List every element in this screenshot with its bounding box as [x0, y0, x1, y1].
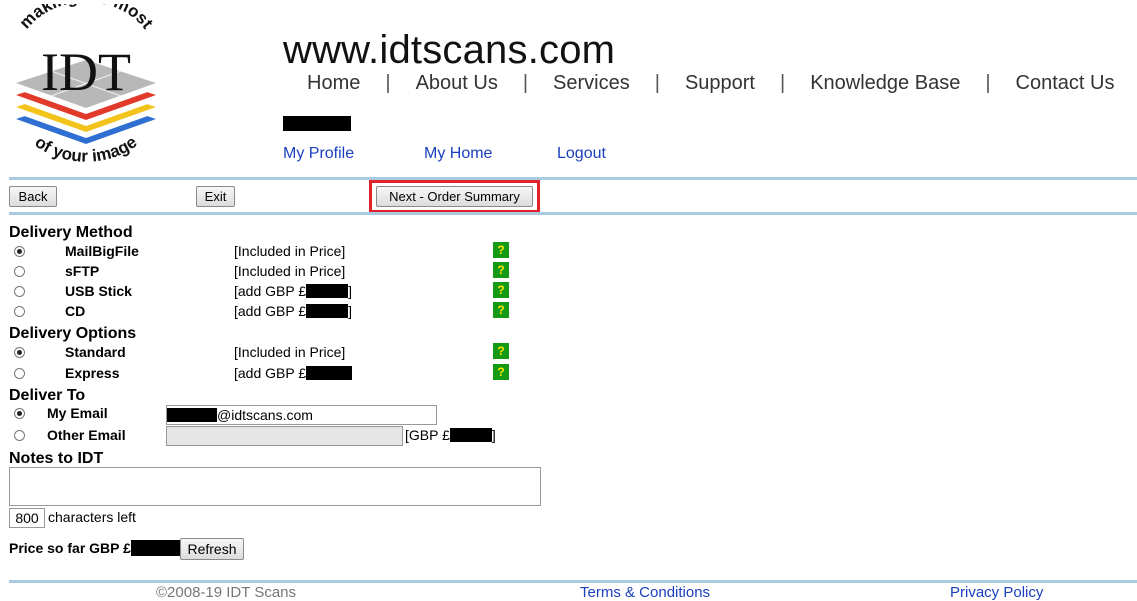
my-profile-link[interactable]: My Profile: [283, 145, 354, 163]
redacted-price: [306, 284, 349, 298]
delivery-method-title: Delivery Method: [9, 224, 133, 241]
nav-separator: |: [1125, 72, 1137, 95]
nav-separator: |: [522, 72, 529, 94]
notes-title: Notes to IDT: [9, 450, 104, 467]
radio-mailbigfile[interactable]: [14, 246, 25, 257]
option-label-mailbigfile: MailBigFile: [65, 243, 139, 259]
idt-logo[interactable]: IDT making the most of your image: [6, 4, 166, 174]
help-icon-express[interactable]: ?: [493, 364, 509, 380]
option-price-standard: [Included in Price]: [234, 344, 346, 360]
terms-link[interactable]: Terms & Conditions: [580, 584, 710, 601]
nav-separator: |: [654, 72, 660, 94]
price-suffix: ]: [348, 283, 353, 299]
option-label-cd: CD: [65, 303, 86, 319]
footer-divider: [9, 580, 1137, 583]
price-prefix: [add GBP £: [234, 365, 307, 381]
privacy-link[interactable]: Privacy Policy: [950, 584, 1043, 601]
price-so-far: Price so far GBP £: [9, 540, 181, 556]
main-nav: Home | About Us | Services | Support | Knowledge…: [296, 72, 1137, 95]
nav-separator: |: [780, 72, 786, 94]
help-icon-cd[interactable]: ?: [493, 302, 509, 318]
option-price-express: [add GBP £: [234, 365, 353, 381]
my-email-value: @idtscans.com: [217, 407, 313, 423]
help-icon-sftp[interactable]: ?: [493, 262, 509, 278]
nav-contact-us[interactable]: Contact Us: [1005, 72, 1126, 95]
notes-textarea[interactable]: [9, 467, 541, 506]
redacted-price: [130, 540, 181, 556]
redacted-price: [306, 304, 349, 318]
price-prefix: [GBP £: [405, 427, 450, 443]
radio-cd[interactable]: [14, 306, 25, 317]
my-home-link[interactable]: My Home: [424, 145, 492, 163]
my-email-field[interactable]: @idtscans.com: [166, 405, 437, 425]
radio-my-email[interactable]: [14, 408, 25, 419]
other-email-field[interactable]: [166, 426, 403, 446]
refresh-button[interactable]: Refresh: [180, 538, 244, 560]
other-email-price: [GBP £]: [405, 427, 496, 443]
toolbar-top-divider: [9, 177, 1137, 180]
redacted-price: [449, 428, 492, 442]
characters-left-label: characters left: [48, 509, 136, 525]
price-prefix: [add GBP £: [234, 283, 307, 299]
svg-text:making the most: making the most: [16, 4, 157, 33]
price-so-far-label: Price so far GBP £: [9, 540, 131, 556]
option-label-sftp: sFTP: [65, 263, 100, 279]
redacted-email-user: [167, 408, 217, 422]
option-price-mailbigfile: [Included in Price]: [234, 243, 346, 259]
option-price-usb-stick: [add GBP £]: [234, 283, 352, 299]
characters-left-counter: [9, 508, 45, 528]
nav-separator: |: [385, 72, 391, 94]
delivery-options-title: Delivery Options: [9, 325, 137, 342]
radio-sftp[interactable]: [14, 266, 25, 277]
my-email-label: My Email: [47, 405, 108, 421]
option-label-standard: Standard: [65, 344, 126, 360]
nav-support[interactable]: Support: [674, 72, 766, 95]
redacted-username: [283, 116, 351, 131]
next-order-summary-button[interactable]: Next - Order Summary: [376, 186, 533, 207]
site-title: www.idtscans.com: [283, 28, 616, 72]
logo-top-text: making the most: [16, 4, 157, 33]
other-email-label: Other Email: [47, 427, 126, 443]
nav-knowledge-base[interactable]: Knowledge Base: [799, 72, 971, 95]
option-price-cd: [add GBP £]: [234, 303, 352, 319]
back-button[interactable]: Back: [9, 186, 57, 207]
nav-about-us[interactable]: About Us: [405, 72, 509, 95]
logo-brand: IDT: [41, 42, 131, 102]
option-label-express: Express: [65, 365, 120, 381]
option-price-sftp: [Included in Price]: [234, 263, 346, 279]
help-icon-standard[interactable]: ?: [493, 343, 509, 359]
deliver-to-title: Deliver To: [9, 387, 86, 404]
toolbar-bottom-divider: [9, 212, 1137, 215]
logout-link[interactable]: Logout: [557, 145, 606, 163]
redacted-price: [306, 366, 353, 380]
nav-separator: |: [985, 72, 991, 94]
radio-usb-stick[interactable]: [14, 286, 25, 297]
radio-express[interactable]: [14, 368, 25, 379]
radio-standard[interactable]: [14, 347, 25, 358]
help-icon-usb-stick[interactable]: ?: [493, 282, 509, 298]
nav-home[interactable]: Home: [296, 72, 371, 95]
radio-other-email[interactable]: [14, 430, 25, 441]
help-icon-mailbigfile[interactable]: ?: [493, 242, 509, 258]
copyright-text: ©2008-19 IDT Scans: [156, 584, 297, 601]
option-label-usb-stick: USB Stick: [65, 283, 132, 299]
price-prefix: [add GBP £: [234, 303, 307, 319]
exit-button[interactable]: Exit: [196, 186, 235, 207]
nav-services[interactable]: Services: [542, 72, 641, 95]
price-suffix: ]: [348, 303, 353, 319]
price-suffix: ]: [491, 427, 496, 443]
